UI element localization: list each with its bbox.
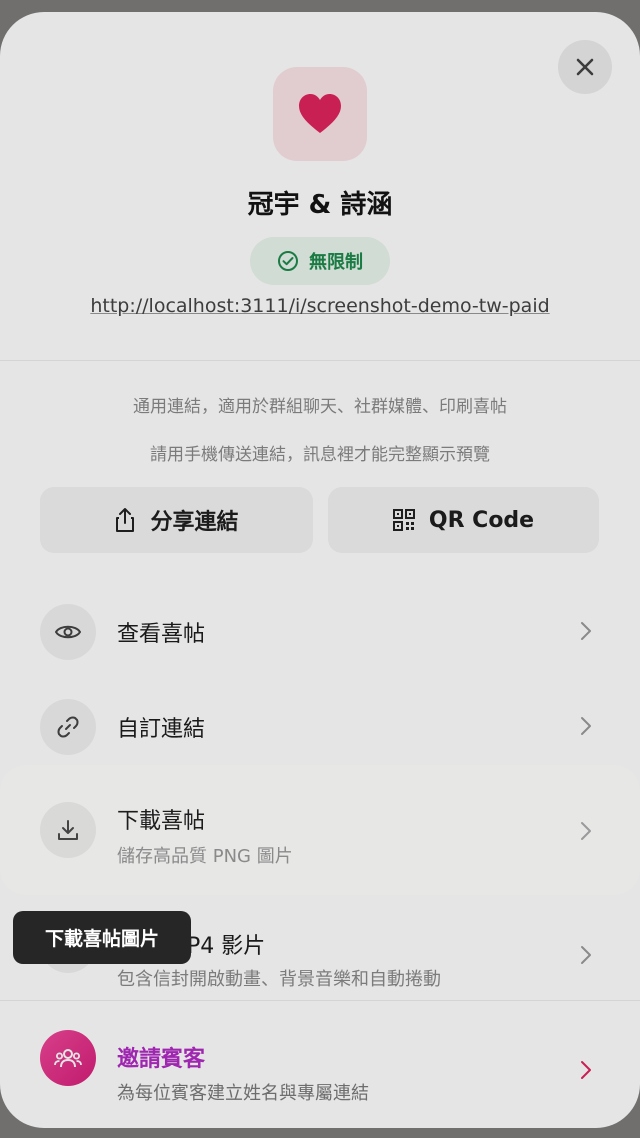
divider: [0, 1000, 640, 1001]
menu-item-custom-link[interactable]: 自訂連結: [0, 687, 640, 765]
heart-icon: [299, 94, 341, 133]
guests-icon: [54, 1049, 82, 1068]
download-icon: [58, 820, 78, 840]
eye-icon: [55, 625, 81, 639]
close-icon: [576, 58, 594, 76]
menu-item-title: 自訂連結: [117, 717, 206, 742]
menu-item-view-invitation[interactable]: 查看喜帖: [0, 592, 640, 670]
share-link-label: 分享連結: [150, 510, 239, 535]
link-icon-circle: [40, 699, 96, 755]
invitation-icon: [273, 67, 367, 161]
plan-badge: 無限制: [250, 237, 390, 285]
close-button[interactable]: [558, 40, 612, 94]
qr-code-button[interactable]: QR Code: [328, 487, 599, 553]
divider: [0, 360, 640, 361]
check-circle-icon: [278, 251, 298, 271]
qr-code-label: QR Code: [428, 507, 535, 533]
menu-item-download-image[interactable]: 下載喜帖 儲存高品質 PNG 圖片: [0, 765, 640, 895]
chevron-right-icon: [581, 622, 591, 640]
view-icon-circle: [40, 604, 96, 660]
menu-item-invite-guests[interactable]: 邀請賓客 為每位賓客建立姓名與專屬連結: [0, 1012, 640, 1128]
share-icon: [116, 508, 135, 532]
download-icon-circle: [40, 802, 96, 858]
chevron-right-icon: [581, 717, 591, 735]
qr-code-icon: [392, 509, 415, 531]
plan-badge-label: 無限制: [309, 252, 363, 273]
menu-item-subtitle: 為每位賓客建立姓名與專屬連結: [117, 1083, 369, 1104]
share-url-link[interactable]: http://localhost:3111/i/screenshot-demo-…: [0, 295, 640, 317]
menu-item-title: 下載喜帖: [117, 809, 206, 834]
menu-item-title: 邀請賓客: [117, 1047, 206, 1072]
share-link-button[interactable]: 分享連結: [40, 487, 313, 553]
chevron-right-icon: [581, 946, 591, 964]
chevron-right-icon: [581, 822, 591, 840]
menu-item-subtitle: 儲存高品質 PNG 圖片: [117, 846, 293, 867]
menu-item-title: 查看喜帖: [117, 622, 206, 647]
couple-name: 冠宇 & 詩涵: [247, 190, 393, 220]
tooltip: 下載喜帖圖片: [13, 911, 191, 964]
guests-icon-circle: [40, 1030, 96, 1086]
chevron-right-icon: [581, 1061, 591, 1079]
menu-item-subtitle: 包含信封開啟動畫、背景音樂和自動捲動: [117, 969, 441, 990]
link-icon: [57, 716, 79, 738]
helper-text-mobile: 請用手機傳送連結，訊息裡才能完整顯示預覽: [150, 445, 490, 465]
helper-text-usage: 通用連結，適用於群組聊天、社群媒體、印刷喜帖: [133, 397, 507, 417]
